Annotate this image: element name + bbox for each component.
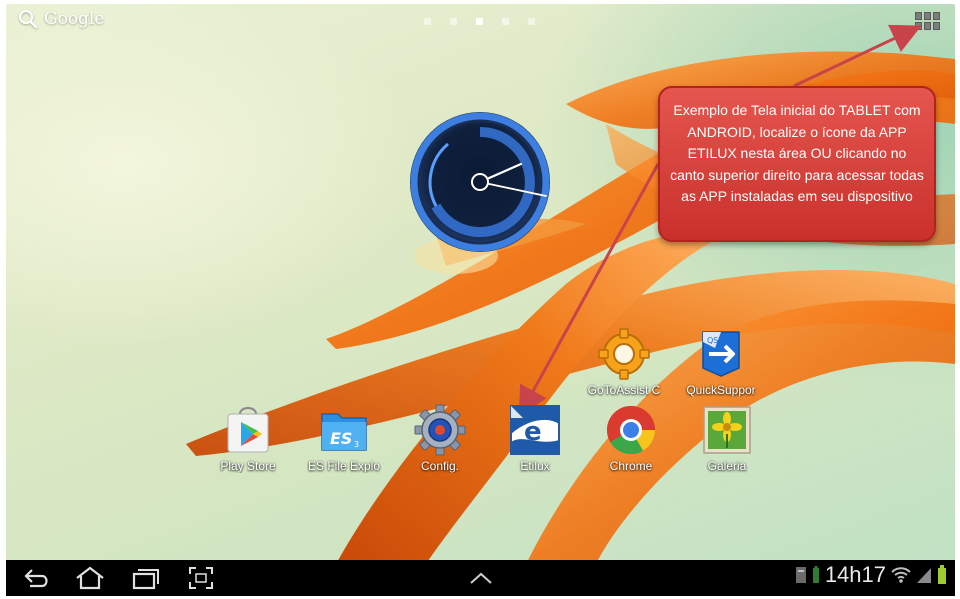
app-config[interactable]: Config. [392, 404, 488, 473]
top-bar: Google [6, 4, 955, 38]
screenshot-icon[interactable] [186, 564, 216, 592]
app-label: GoToAssist C [587, 383, 661, 397]
app-label: Galeria [707, 459, 747, 473]
page-dot-5[interactable] [528, 18, 535, 25]
etilux-icon: e [510, 405, 560, 455]
all-apps-grid-icon[interactable] [915, 12, 940, 30]
clock-widget[interactable] [408, 110, 553, 255]
svg-text:ES: ES [330, 429, 352, 448]
chevron-up-icon[interactable] [468, 568, 494, 588]
callout-text: Exemplo de Tela inicial do TABLET com AN… [670, 102, 924, 204]
app-galeria[interactable]: Galeria [679, 404, 775, 473]
back-icon[interactable] [22, 564, 52, 592]
search-icon [18, 9, 38, 29]
home-screen: Google Exemplo de Tela inicial do TABLET… [6, 4, 955, 596]
app-chrome[interactable]: Chrome [583, 404, 679, 473]
google-search-button[interactable]: Google [18, 9, 104, 29]
page-dot-1[interactable] [424, 18, 431, 25]
app-label: Etilux [520, 459, 550, 473]
svg-text:QS: QS [707, 336, 718, 345]
page-dot-2[interactable] [450, 18, 457, 25]
google-search-label: Google [44, 9, 105, 29]
page-dot-4[interactable] [502, 18, 509, 25]
app-label: Config. [420, 459, 460, 473]
status-area[interactable]: 14h17 [795, 562, 947, 588]
app-es-file-explorer[interactable]: ES 3 ES File Explo [296, 404, 392, 473]
wifi-icon [891, 567, 911, 583]
storage-notification-icon [795, 567, 806, 583]
app-play-store[interactable]: Play Store [200, 404, 296, 473]
play-store-icon [227, 407, 269, 453]
chrome-icon [606, 406, 655, 455]
app-label: Play Store [220, 459, 276, 473]
recent-apps-icon[interactable] [130, 564, 160, 592]
app-quicksupport[interactable]: QS QuickSuppor [673, 328, 769, 397]
es-file-explorer-icon: ES 3 [321, 413, 367, 451]
gallery-icon [703, 406, 751, 454]
battery-small-icon [812, 566, 819, 583]
system-bar: 14h17 [6, 560, 955, 596]
signal-icon [917, 568, 931, 583]
app-label: QuickSuppor [686, 383, 756, 397]
quicksupport-icon: QS [702, 331, 740, 377]
page-dot-3[interactable] [476, 18, 483, 25]
app-gotoassist[interactable]: GoToAssist C [576, 328, 672, 397]
gotoassist-icon [598, 328, 650, 380]
battery-icon [938, 565, 946, 584]
home-icon[interactable] [74, 564, 106, 592]
settings-icon [414, 404, 466, 456]
instruction-callout: Exemplo de Tela inicial do TABLET com AN… [658, 86, 936, 242]
clock-time: 14h17 [824, 562, 886, 587]
page-indicator [424, 18, 535, 25]
app-etilux[interactable]: e Etilux [487, 404, 583, 473]
svg-text:e: e [524, 417, 542, 447]
app-label: ES File Explo [307, 459, 381, 473]
svg-text:3: 3 [354, 440, 359, 449]
app-label: Chrome [609, 459, 653, 473]
